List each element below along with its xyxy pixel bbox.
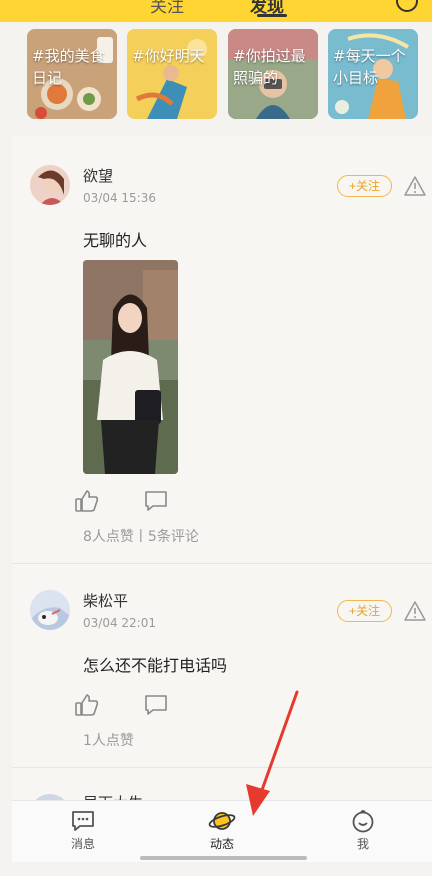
post-stats: 1人点赞 (83, 733, 134, 749)
follow-button[interactable]: +关注 (337, 175, 392, 197)
topic-card-photo-fake[interactable]: #你拍过最照骗的 (228, 29, 318, 119)
nav-feed[interactable]: 动态 (192, 809, 252, 852)
topic-card-food-diary[interactable]: #我的美食日记 (27, 29, 117, 119)
nav-profile[interactable]: 我 (333, 809, 393, 852)
topic-label: #每天一个小目标 (333, 47, 406, 87)
avatar[interactable] (30, 165, 70, 205)
topic-label: #你好明天 (132, 47, 205, 65)
top-header: 关注 发现 (0, 0, 432, 22)
topic-label: #你拍过最照骗的 (233, 47, 306, 87)
nav-label: 消息 (70, 837, 95, 851)
avatar[interactable] (30, 590, 70, 630)
username[interactable]: 早下大生 (83, 792, 143, 800)
post-stats: 8人点赞丨5条评论 (83, 529, 199, 545)
divider (12, 563, 432, 564)
divider (12, 767, 432, 768)
post-text: 怎么还不能打电话吗 (83, 656, 228, 675)
planet-icon (208, 812, 236, 830)
post-text: 无聊的人 (83, 231, 148, 250)
username[interactable]: 欲望 (83, 165, 113, 186)
topic-card-daily-goal[interactable]: #每天一个小目标 (328, 29, 418, 119)
post-timestamp: 03/04 15:36 (83, 191, 156, 205)
nav-label: 我 (356, 837, 369, 851)
comment-icon[interactable] (143, 489, 169, 513)
like-icon[interactable] (74, 693, 100, 717)
like-icon[interactable] (74, 489, 100, 513)
post-image[interactable] (83, 260, 178, 474)
home-indicator[interactable] (140, 856, 307, 860)
active-tab-indicator (257, 14, 287, 17)
comment-icon[interactable] (143, 693, 169, 717)
username[interactable]: 柴松平 (83, 590, 128, 611)
profile-icon (352, 810, 374, 833)
nav-messages[interactable]: 消息 (53, 809, 113, 852)
post-timestamp: 03/04 22:01 (83, 616, 156, 630)
bottom-navigation: 消息 动态 我 (12, 800, 432, 862)
search-icon[interactable] (396, 0, 418, 12)
topic-card-hello-tomorrow[interactable]: #你好明天 (127, 29, 217, 119)
message-icon (72, 811, 94, 831)
nav-label: 动态 (209, 837, 234, 851)
warning-report-icon[interactable] (403, 175, 427, 197)
topic-label: #我的美食日记 (32, 47, 105, 87)
tab-following[interactable]: 关注 (150, 0, 184, 17)
follow-button[interactable]: +关注 (337, 600, 392, 622)
topic-carousel[interactable]: #我的美食日记 #你好明天 #你拍过最照骗的 #每天一个小目标 (0, 22, 432, 134)
feed-list[interactable]: 欲望 03/04 15:36 +关注 无聊的人 8人点赞丨5条评论 柴松平 03… (12, 136, 432, 800)
warning-report-icon[interactable] (403, 600, 427, 622)
topic-illustration (127, 29, 217, 119)
